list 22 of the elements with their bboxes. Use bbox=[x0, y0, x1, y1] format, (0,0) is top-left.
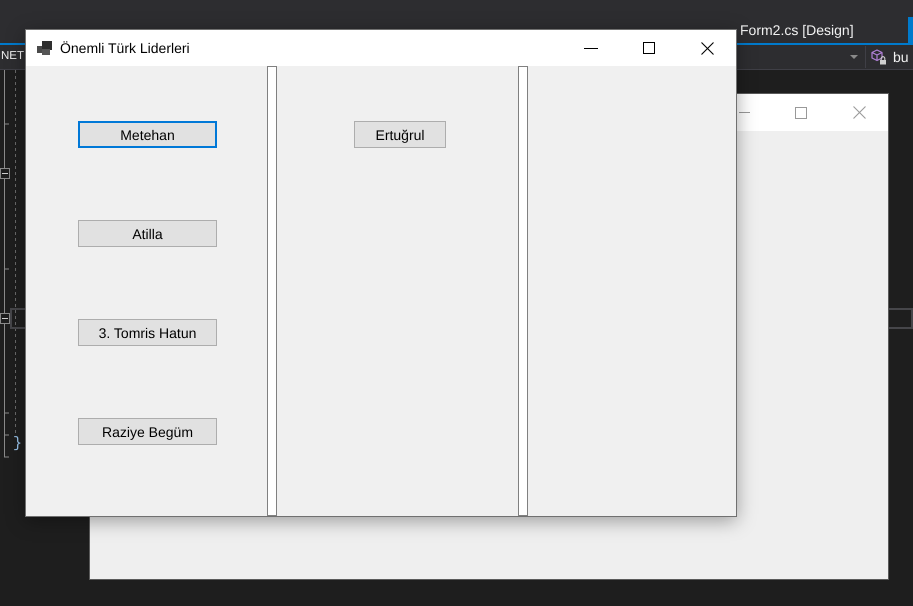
close-icon bbox=[852, 106, 866, 119]
form-button[interactable]: 3. Tomris Hatun bbox=[78, 319, 217, 346]
dropdown-caret-icon[interactable] bbox=[850, 55, 858, 59]
window-title: Önemli Türk Liderleri bbox=[60, 38, 190, 58]
splitter-bar[interactable] bbox=[267, 66, 277, 516]
minimize-icon bbox=[739, 112, 750, 113]
collapse-icon[interactable] bbox=[0, 313, 10, 324]
member-dropdown[interactable]: bu bbox=[866, 46, 913, 68]
code-brace: } bbox=[13, 436, 22, 451]
form-button[interactable]: Metehan bbox=[78, 121, 217, 148]
member-name: bu bbox=[893, 48, 909, 66]
form-button[interactable]: Raziye Begüm bbox=[78, 418, 217, 445]
cube-lock-icon bbox=[871, 49, 887, 65]
form-button[interactable]: Atilla bbox=[78, 220, 217, 247]
close-icon bbox=[700, 42, 714, 54]
stacked-squares-icon bbox=[37, 41, 52, 55]
splitter-bar[interactable] bbox=[518, 66, 528, 516]
maximize-icon bbox=[643, 42, 655, 54]
form-button[interactable]: Ertuğrul bbox=[354, 121, 446, 148]
maximize-icon bbox=[795, 106, 807, 118]
project-dropdown[interactable]: NET bbox=[0, 51, 24, 63]
collapse-icon[interactable] bbox=[0, 168, 10, 179]
